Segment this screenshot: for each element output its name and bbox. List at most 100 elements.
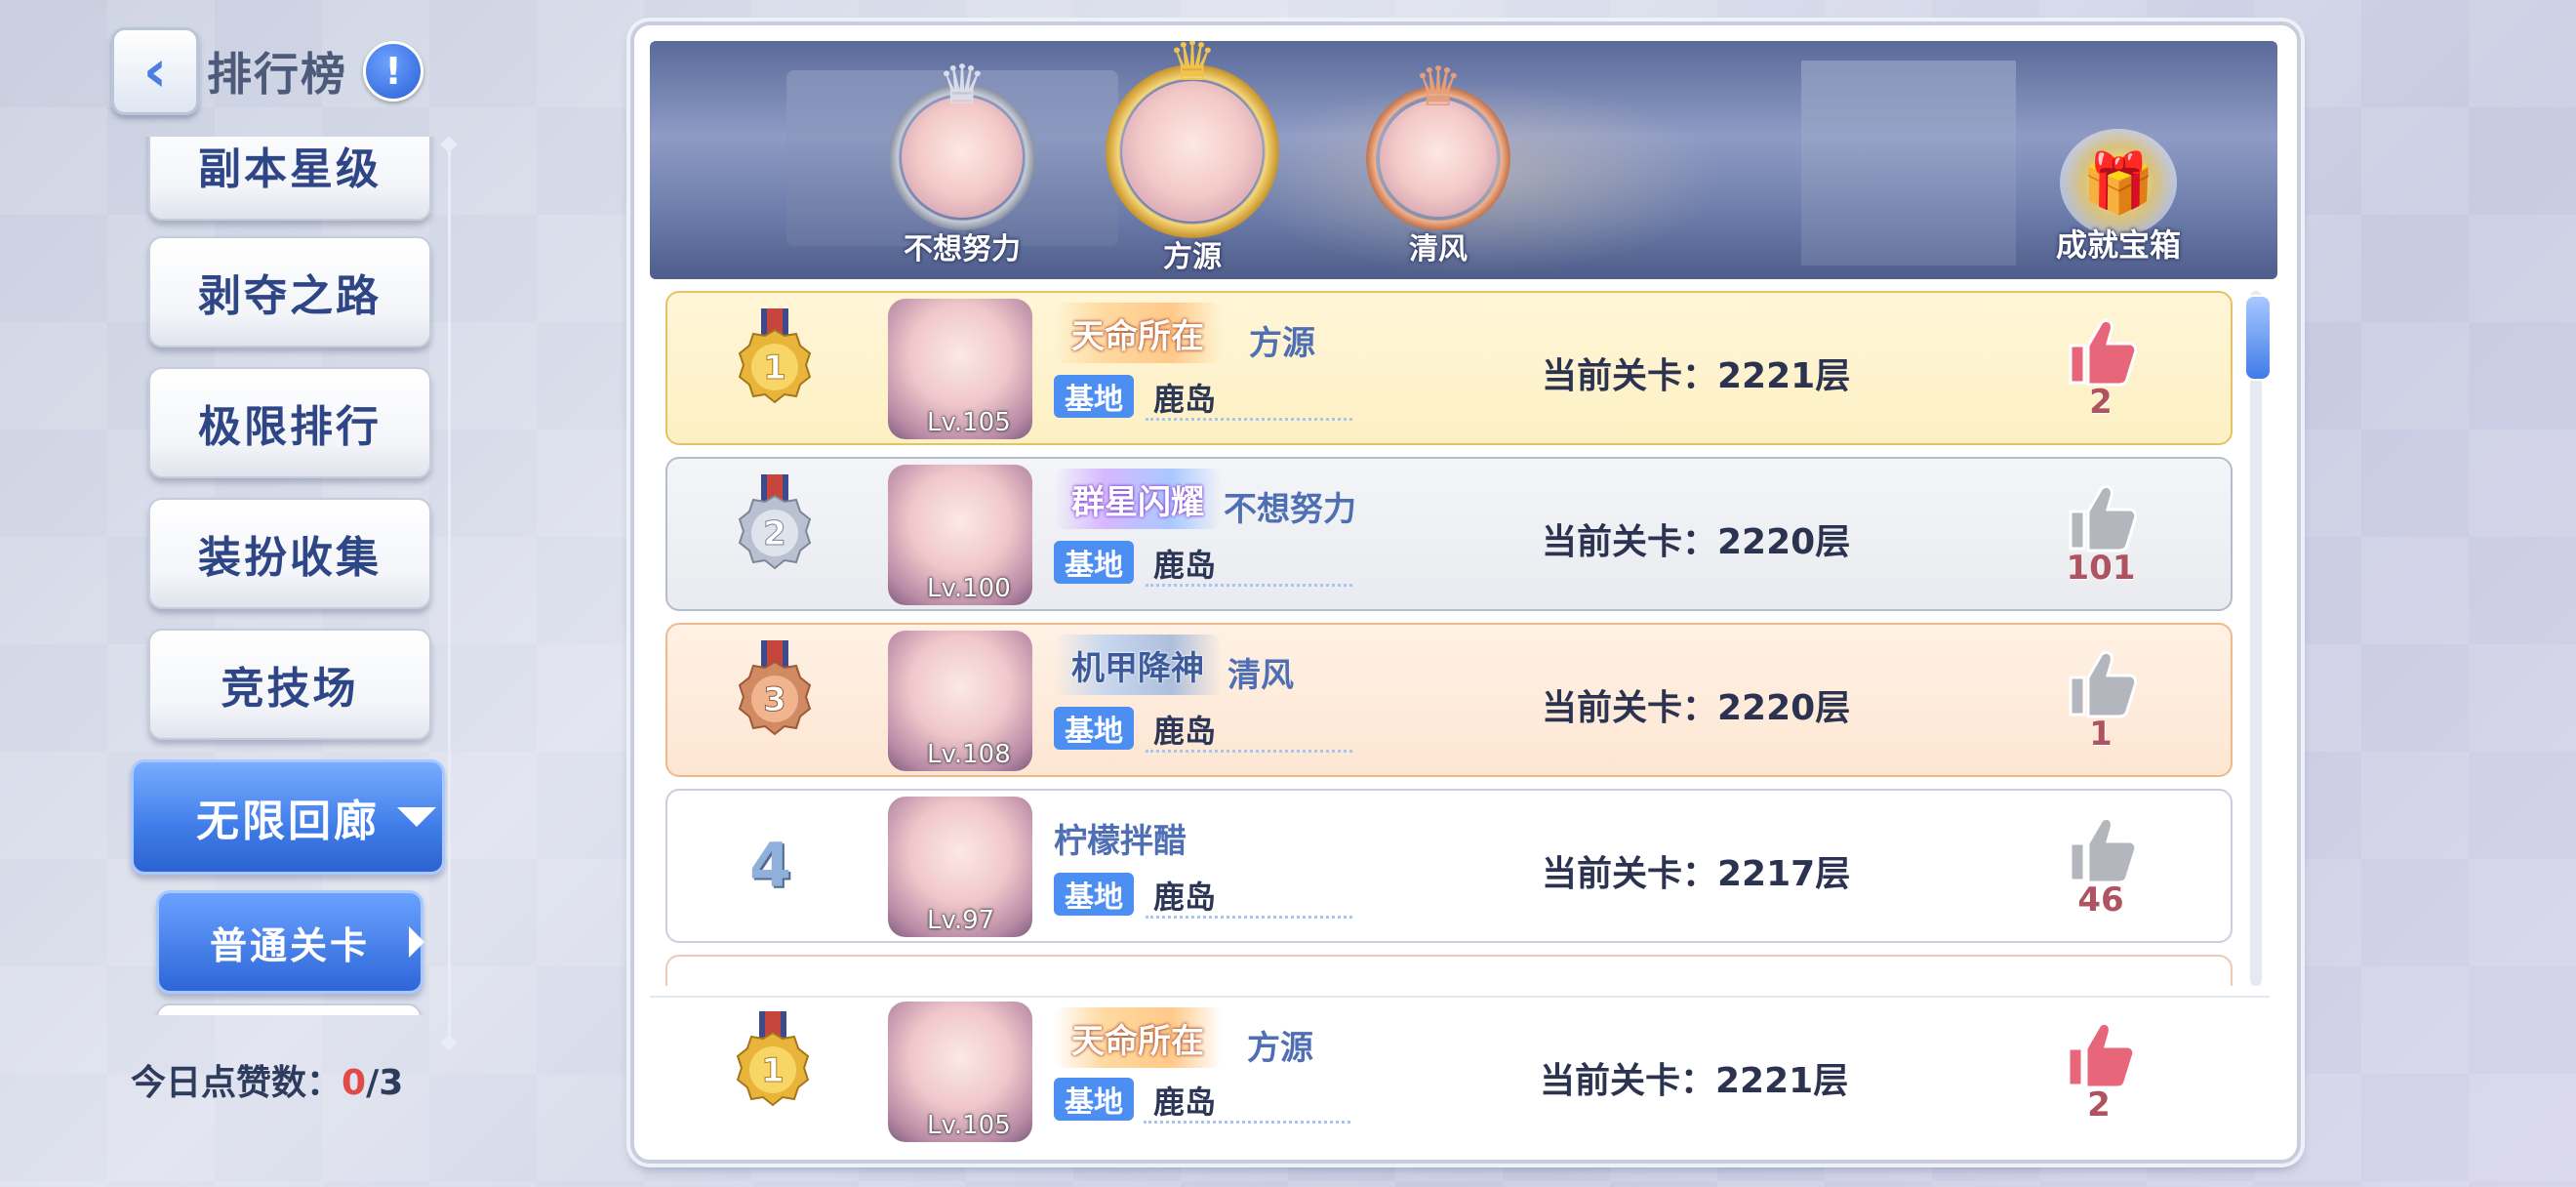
ranking-list[interactable]: 1 Lv.105 天命所在 方源 基地 鹿岛 当前关卡：2221层 2 2 Lv… bbox=[665, 291, 2240, 986]
sidebar-item-arena[interactable]: 竞技场 bbox=[148, 629, 431, 740]
sidebar-subitem-label: 普通关卡 bbox=[209, 923, 370, 967]
player-name: 不想努力 bbox=[1224, 490, 1356, 529]
podium-second[interactable]: ♛ 不想努力 bbox=[865, 59, 1060, 267]
current-stage: 当前关卡：2221层 bbox=[1542, 356, 1851, 396]
base-name: 鹿岛 bbox=[1153, 879, 1217, 916]
table-row[interactable]: 3 Lv.108 机甲降神 清风 基地 鹿岛 当前关卡：2220层 1 bbox=[665, 623, 2233, 777]
sidebar-subitem-next[interactable] bbox=[156, 1003, 422, 1015]
divider bbox=[1146, 750, 1352, 753]
title-badge: 机甲降神 bbox=[1054, 634, 1222, 695]
table-row[interactable]: 4 Lv.97 柠檬拌醋 基地 鹿岛 当前关卡：2217层 46 bbox=[665, 789, 2233, 943]
current-stage: 当前关卡：2220层 bbox=[1542, 688, 1851, 728]
divider bbox=[1146, 584, 1352, 587]
sidebar-item-infinite-corridor[interactable]: 无限回廊 bbox=[131, 759, 445, 875]
category-sidebar: 副本星级 剥夺之路 极限排行 装扮收集 竞技场 无限回廊 普通关卡 bbox=[127, 137, 449, 1015]
avatar[interactable]: Lv.105 bbox=[888, 1002, 1032, 1142]
likes-today-total: /3 bbox=[366, 1063, 404, 1103]
sidebar-item-dungeon-stars[interactable]: 副本星级 bbox=[148, 137, 431, 221]
sidebar-item-label: 无限回廊 bbox=[196, 797, 380, 846]
silver-medal-icon: 2 bbox=[738, 474, 812, 570]
table-row[interactable]: 2 Lv.100 群星闪耀 不想努力 基地 鹿岛 当前关卡：2220层 101 bbox=[665, 457, 2233, 611]
base-tag: 基地 bbox=[1054, 873, 1134, 916]
like-count: 2 bbox=[2087, 1085, 2111, 1125]
player-name: 方源 bbox=[1249, 324, 1315, 363]
player-name: 清风 bbox=[1228, 656, 1294, 695]
avatar[interactable]: Lv.108 bbox=[888, 631, 1032, 771]
base-tag: 基地 bbox=[1054, 1078, 1134, 1121]
player-level: Lv.108 bbox=[927, 740, 1011, 769]
info-button[interactable]: ! bbox=[363, 41, 423, 102]
thumbs-up-icon bbox=[2069, 318, 2137, 387]
leaderboard-panel: ♛ 不想努力 ♛ 方源 ♛ 清风 🎁 成就宝箱 1 Lv.105 天命所在 方源… bbox=[630, 21, 2301, 1164]
podium-third[interactable]: ♛ 清风 bbox=[1341, 61, 1536, 267]
chest-label: 成就宝箱 bbox=[2055, 226, 2181, 264]
likes-today-counter: 今日点赞数：0/3 bbox=[131, 1054, 403, 1105]
base-name: 鹿岛 bbox=[1153, 381, 1217, 418]
thumbs-up-icon bbox=[2067, 1021, 2135, 1089]
like-button[interactable]: 46 bbox=[2047, 814, 2154, 920]
player-level: Lv.100 bbox=[927, 574, 1011, 603]
table-row[interactable] bbox=[665, 955, 2233, 986]
base-name: 鹿岛 bbox=[1153, 713, 1217, 750]
like-count: 1 bbox=[2089, 715, 2113, 754]
title-badge: 天命所在 bbox=[1054, 303, 1222, 363]
likes-today-label: 今日点赞数： bbox=[131, 1063, 342, 1103]
current-stage: 当前关卡：2221层 bbox=[1540, 1061, 1849, 1101]
avatar bbox=[1122, 81, 1263, 222]
like-button[interactable]: 2 bbox=[2045, 1019, 2153, 1125]
base-tag: 基地 bbox=[1054, 541, 1134, 584]
player-name: 方源 bbox=[1247, 1029, 1313, 1068]
sidebar-subitem-normal-stage[interactable]: 普通关卡 bbox=[156, 890, 424, 994]
divider bbox=[1146, 418, 1352, 421]
current-stage: 当前关卡：2217层 bbox=[1542, 854, 1851, 894]
podium-first-name: 方源 bbox=[1163, 240, 1222, 274]
chevron-down-icon bbox=[397, 807, 436, 827]
like-count: 101 bbox=[2066, 549, 2136, 588]
bronze-medal-icon: 3 bbox=[738, 640, 812, 736]
base-name: 鹿岛 bbox=[1153, 1084, 1217, 1121]
silver-crown-icon: ♛ bbox=[937, 54, 987, 117]
podium-banner: ♛ 不想努力 ♛ 方源 ♛ 清风 🎁 成就宝箱 bbox=[650, 41, 2277, 279]
like-button[interactable]: 2 bbox=[2047, 316, 2154, 422]
like-count: 46 bbox=[2077, 880, 2124, 920]
rank-number: 1 bbox=[761, 1051, 785, 1090]
like-button[interactable]: 101 bbox=[2047, 482, 2154, 588]
banner-bg-shape bbox=[1801, 61, 2016, 266]
sidebar-item-extreme-rank[interactable]: 极限排行 bbox=[148, 367, 431, 478]
chevron-left-icon: ‹ bbox=[142, 37, 168, 105]
avatar[interactable]: Lv.105 bbox=[888, 299, 1032, 439]
sidebar-item-plunder-road[interactable]: 剥夺之路 bbox=[148, 236, 431, 348]
podium-third-name: 清风 bbox=[1409, 232, 1468, 266]
rank-number: 4 bbox=[749, 830, 792, 901]
back-button[interactable]: ‹ bbox=[111, 27, 199, 115]
gold-crown-icon: ♛ bbox=[1167, 41, 1218, 94]
table-row[interactable]: 1 Lv.105 天命所在 方源 基地 鹿岛 当前关卡：2221层 2 bbox=[665, 291, 2233, 445]
player-level: Lv.105 bbox=[927, 408, 1011, 437]
player-level: Lv.97 bbox=[927, 906, 995, 935]
sidebar-scrollbar[interactable] bbox=[448, 144, 451, 1043]
player-name: 柠檬拌醋 bbox=[1054, 822, 1187, 861]
thumbs-up-icon bbox=[2069, 816, 2137, 884]
base-tag: 基地 bbox=[1054, 707, 1134, 750]
sidebar-item-costume-collection[interactable]: 装扮收集 bbox=[148, 498, 431, 609]
title-badge: 群星闪耀 bbox=[1054, 469, 1222, 529]
base-name: 鹿岛 bbox=[1153, 547, 1217, 584]
rank-number: 2 bbox=[763, 514, 786, 553]
rank-number: 1 bbox=[763, 348, 786, 388]
avatar[interactable]: Lv.97 bbox=[888, 797, 1032, 937]
list-scrollbar-thumb[interactable] bbox=[2244, 295, 2272, 381]
podium-first[interactable]: ♛ 方源 bbox=[1095, 41, 1290, 275]
player-level: Lv.105 bbox=[927, 1111, 1011, 1140]
gold-medal-icon: 1 bbox=[736, 1011, 810, 1107]
my-rank-row[interactable]: 1 Lv.105 天命所在 方源 基地 鹿岛 当前关卡：2221层 2 bbox=[650, 996, 2270, 1144]
like-count: 2 bbox=[2089, 383, 2113, 422]
list-scrollbar-track[interactable] bbox=[2250, 291, 2262, 986]
avatar[interactable]: Lv.100 bbox=[888, 465, 1032, 605]
thumbs-up-icon bbox=[2069, 650, 2137, 718]
base-tag: 基地 bbox=[1054, 375, 1134, 418]
like-button[interactable]: 1 bbox=[2047, 648, 2154, 754]
chevron-right-icon bbox=[409, 926, 424, 958]
thumbs-up-icon bbox=[2069, 484, 2137, 553]
achievement-chest-button[interactable]: 🎁 成就宝箱 bbox=[2006, 129, 2231, 266]
gold-medal-icon: 1 bbox=[738, 308, 812, 404]
